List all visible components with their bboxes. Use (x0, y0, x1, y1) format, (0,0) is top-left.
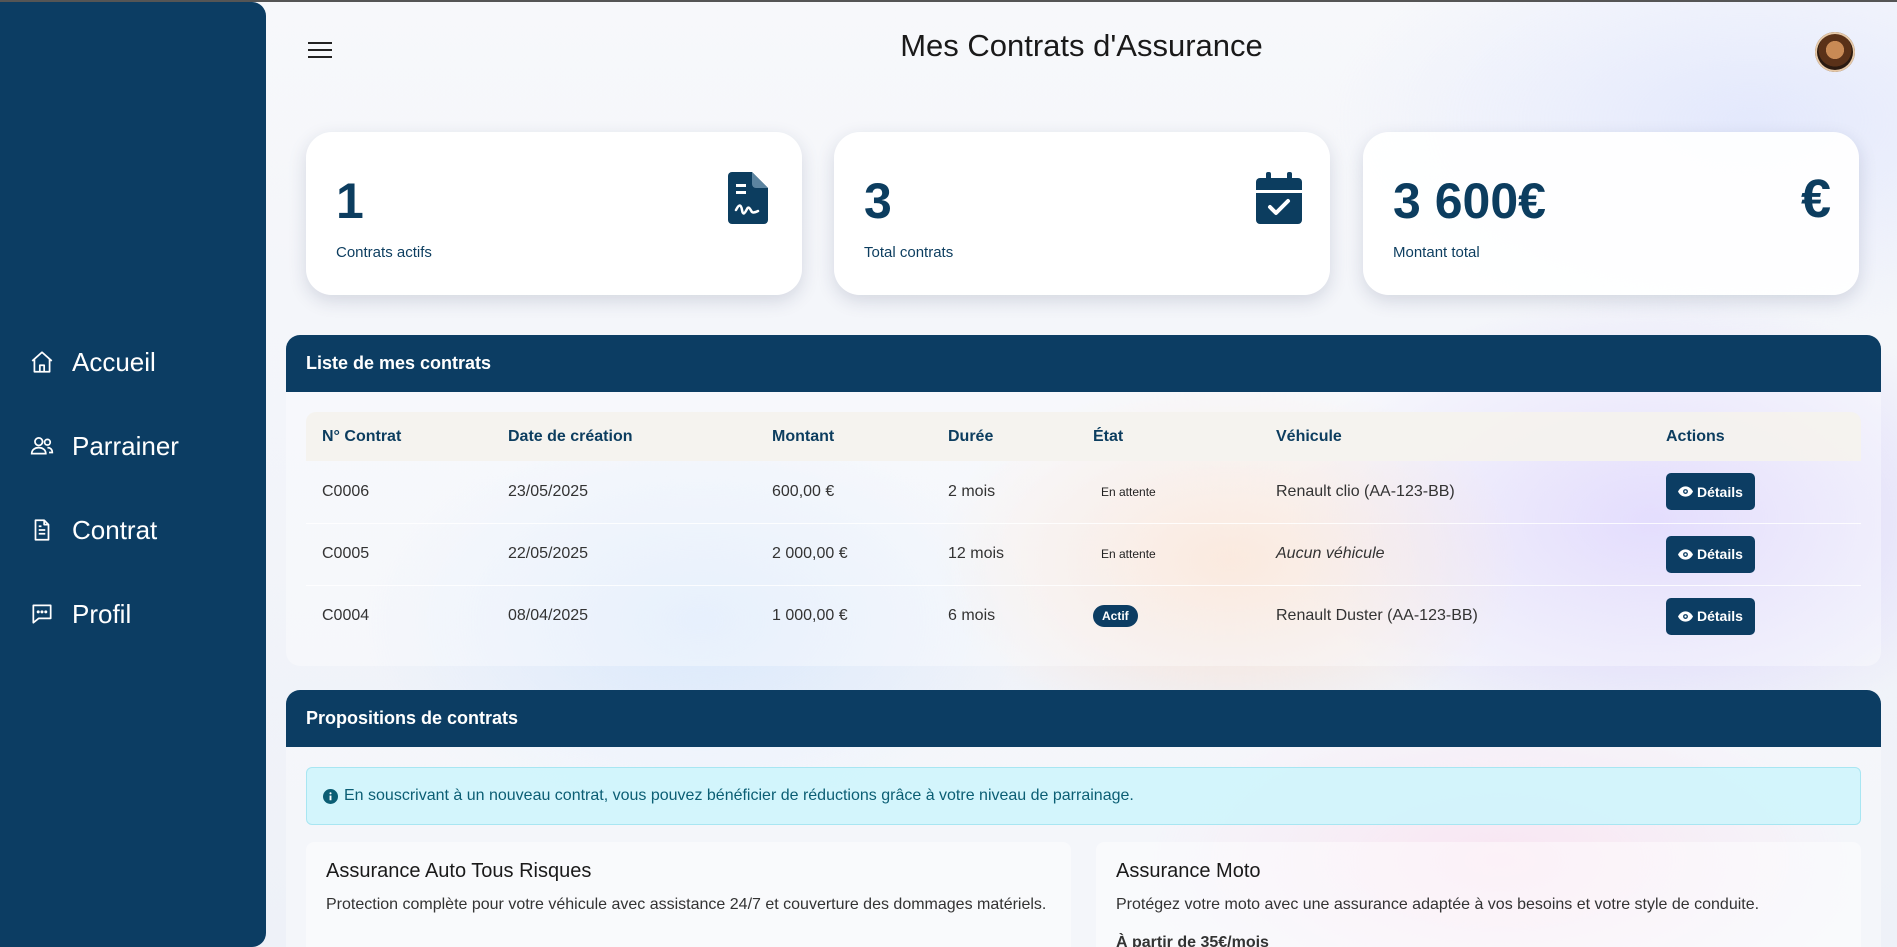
table-row: C0004 08/04/2025 1 000,00 € 6 mois Actif… (306, 584, 1861, 647)
sidebar-item-label: Profil (72, 598, 132, 629)
users-icon (28, 432, 56, 460)
document-icon (28, 516, 56, 544)
chat-icon (28, 600, 56, 628)
euro-icon: € (1800, 169, 1831, 229)
cell-actions: Détails (1650, 522, 1861, 585)
stat-card-active-contracts: 1 Contrats actifs (306, 132, 802, 295)
info-alert-text: En souscrivant à un nouveau contrat, vou… (344, 787, 1134, 804)
cell-state: En attente (1077, 522, 1260, 585)
cell-number: C0006 (322, 482, 370, 500)
cell-number: C0005 (306, 522, 492, 585)
proposals-panel: Propositions de contrats En souscrivant … (286, 690, 1881, 947)
cell-amount: 600,00 € (772, 482, 835, 500)
column-header-state: État (1093, 427, 1124, 445)
offer-title: Assurance Auto Tous Risques (326, 860, 592, 882)
status-badge: Actif (1093, 605, 1138, 628)
cell-duration: 6 mois (932, 584, 1077, 647)
column-header-duration: Durée (948, 427, 994, 445)
column-header-number: N° Contrat (322, 427, 402, 445)
cell-date: 08/04/2025 (492, 584, 756, 647)
cell-actions: Détails (1650, 584, 1861, 647)
stat-label: Contrats actifs (336, 244, 432, 261)
details-button[interactable]: Détails (1666, 597, 1755, 635)
offer-price: À partir de 35€/mois (1116, 934, 1269, 947)
table-row: C0006 23/05/2025 600,00 € 2 mois En atte… (306, 461, 1861, 523)
stat-card-total-amount: 3 600€ Montant total € (1363, 132, 1859, 295)
sidebar-nav: Accueil Parrainer Contrat Profil (0, 320, 266, 656)
sidebar-item-label: Contrat (72, 514, 158, 545)
sidebar-item-contrat[interactable]: Contrat (0, 488, 266, 572)
contracts-panel-title: Liste de mes contrats (286, 335, 1881, 392)
cell-date: 22/05/2025 (492, 522, 756, 585)
calendar-check-icon (1256, 172, 1302, 226)
cell-vehicle: Renault clio (AA-123-BB) (1276, 482, 1455, 500)
column-header-date: Date de création (508, 427, 633, 445)
status-badge: En attente (1101, 484, 1156, 499)
table-row: C0005 22/05/2025 2 000,00 € 12 mois En a… (306, 522, 1861, 585)
info-icon (323, 788, 338, 804)
offer-description: Protégez votre moto avec une assurance a… (1116, 896, 1760, 913)
avatar[interactable] (1815, 32, 1855, 72)
stat-label: Montant total (1393, 244, 1480, 261)
sidebar: Accueil Parrainer Contrat Profil (0, 2, 266, 947)
contracts-table: N° Contrat Date de création Montant Duré… (306, 412, 1861, 647)
stat-label: Total contrats (864, 244, 954, 261)
cell-date: 23/05/2025 (508, 482, 589, 500)
info-alert: En souscrivant à un nouveau contrat, vou… (306, 767, 1861, 825)
details-button[interactable]: Détails (1666, 535, 1755, 573)
cell-amount: 1 000,00 € (756, 584, 932, 647)
eye-icon (1678, 486, 1693, 497)
sidebar-item-parrainer[interactable]: Parrainer (0, 404, 266, 488)
details-button[interactable]: Détails (1666, 473, 1755, 511)
status-badge: En attente (1101, 547, 1156, 561)
contracts-panel: Liste de mes contrats N° Contrat Date de… (286, 335, 1881, 666)
cell-number: C0004 (306, 584, 492, 647)
stat-value: 3 (864, 173, 892, 229)
cell-vehicle: Aucun véhicule (1260, 522, 1650, 585)
cell-actions: Détails (1650, 461, 1861, 523)
column-header-vehicle: Véhicule (1276, 427, 1342, 445)
page-title: Mes Contrats d'Assurance (900, 28, 1263, 63)
details-button-label: Détails (1697, 546, 1743, 562)
sidebar-item-label: Parrainer (72, 430, 179, 461)
stat-value: 3 600€ (1393, 173, 1546, 229)
cell-state: En attente (1077, 461, 1260, 523)
details-button-label: Détails (1697, 483, 1743, 500)
proposals-panel-title: Propositions de contrats (286, 690, 1881, 747)
cell-vehicle: Renault Duster (AA-123-BB) (1260, 584, 1650, 647)
signed-document-icon (728, 172, 774, 226)
details-button-label: Détails (1697, 608, 1743, 625)
offer-card-auto[interactable]: Assurance Auto Tous Risques Protection c… (306, 842, 1071, 947)
sidebar-item-profil[interactable]: Profil (0, 572, 266, 656)
cell-duration: 12 mois (932, 522, 1077, 585)
cell-duration: 2 mois (948, 482, 996, 500)
offer-title: Assurance Moto (1116, 860, 1261, 882)
home-icon (28, 348, 56, 376)
cell-amount: 2 000,00 € (756, 522, 932, 585)
column-header-actions: Actions (1666, 427, 1725, 445)
column-header-amount: Montant (772, 427, 835, 445)
sidebar-item-accueil[interactable]: Accueil (0, 320, 266, 404)
stat-card-total-contracts: 3 Total contrats (834, 132, 1330, 295)
sidebar-item-label: Accueil (72, 346, 156, 377)
cell-state: Actif (1077, 584, 1260, 647)
offer-description: Protection complète pour votre véhicule … (326, 896, 1047, 913)
stat-value: 1 (336, 173, 364, 229)
offer-card-moto[interactable]: Assurance Moto Protégez votre moto avec … (1096, 842, 1861, 947)
window-top-border (0, 0, 1897, 2)
eye-icon (1678, 611, 1693, 622)
table-header-row: N° Contrat Date de création Montant Duré… (306, 412, 1861, 461)
eye-icon (1678, 548, 1693, 560)
